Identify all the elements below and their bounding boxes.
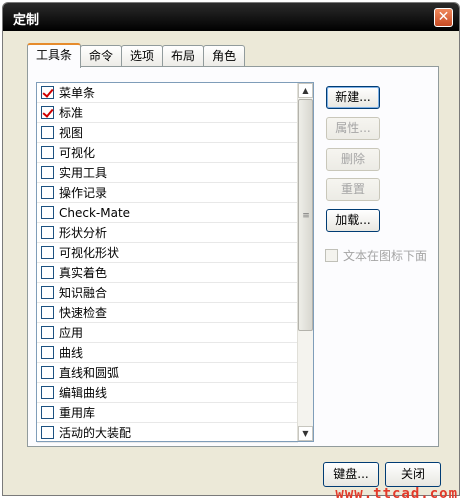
toolbar-listbox[interactable]: 菜单条标准视图可视化实用工具操作记录 Check-Mate 形状分析可视化形状真实着… xyxy=(36,82,314,443)
list-item-label: 知识融合 xyxy=(59,286,108,300)
list-item-label: 直线和圆弧 xyxy=(59,366,120,380)
list-item-label: Check-Mate xyxy=(59,205,131,220)
unchecked-checkbox[interactable] xyxy=(41,146,54,159)
unchecked-checkbox[interactable] xyxy=(41,426,54,439)
list-item-label: 实用工具 xyxy=(59,166,108,180)
delete-button[interactable]: 删除 xyxy=(326,148,380,171)
unchecked-checkbox[interactable] xyxy=(41,126,54,139)
list-item-label: 真实着色 xyxy=(59,266,108,280)
unchecked-checkbox[interactable] xyxy=(41,406,54,419)
list-item[interactable]: 曲线 xyxy=(37,343,298,363)
text-below-icon-checkbox[interactable]: 文本在图标下面 xyxy=(325,247,427,264)
list-item[interactable]: 可视化 xyxy=(37,143,298,163)
unchecked-checkbox[interactable] xyxy=(41,286,54,299)
watermark-text: www.ttcad.com xyxy=(335,486,458,502)
checked-checkbox[interactable] xyxy=(41,106,54,119)
customize-dialog: 定制 ✕ 工具条 命令 选项 布局 角色 菜单条标准视图可视化实用工具操作记录 C… xyxy=(2,2,460,496)
scroll-down-arrow-icon[interactable]: ▼ xyxy=(298,426,313,441)
toolbars-panel: 菜单条标准视图可视化实用工具操作记录 Check-Mate 形状分析可视化形状真实着… xyxy=(27,66,439,447)
list-item[interactable]: 菜单条 xyxy=(37,83,298,103)
keyboard-button[interactable]: 键盘... xyxy=(323,462,379,487)
list-item-label: 曲线 xyxy=(59,346,84,360)
list-item[interactable]: 编辑曲线 xyxy=(37,383,298,403)
new-button[interactable]: 新建... xyxy=(326,86,380,109)
grip-icon: ≡ xyxy=(302,211,310,221)
unchecked-checkbox[interactable] xyxy=(41,366,54,379)
tab-toolbars[interactable]: 工具条 xyxy=(27,43,82,68)
list-item[interactable]: 应用 xyxy=(37,323,298,343)
tab-layout[interactable]: 布局 xyxy=(162,45,205,67)
list-item-label: 快速检查 xyxy=(59,306,108,320)
tab-roles[interactable]: 角色 xyxy=(203,45,246,67)
tab-strip: 工具条 命令 选项 布局 角色 xyxy=(27,43,246,68)
list-item[interactable]: 操作记录 xyxy=(37,183,298,203)
reset-button[interactable]: 重置 xyxy=(326,178,380,201)
text-below-icon-label: 文本在图标下面 xyxy=(343,249,428,263)
properties-button[interactable]: 属性... xyxy=(326,117,380,140)
list-item[interactable]: 真实着色 xyxy=(37,263,298,283)
unchecked-checkbox[interactable] xyxy=(41,306,54,319)
unchecked-checkbox[interactable] xyxy=(41,186,54,199)
tab-options[interactable]: 选项 xyxy=(121,45,164,67)
list-item-label: 可视化 xyxy=(59,146,96,160)
checkbox-box[interactable] xyxy=(325,249,338,262)
toolbar-list: 菜单条标准视图可视化实用工具操作记录 Check-Mate 形状分析可视化形状真实着… xyxy=(37,83,298,443)
list-item-label: 重用库 xyxy=(59,406,96,420)
list-item[interactable]: 直线和圆弧 xyxy=(37,363,298,383)
list-item[interactable]: 标准 xyxy=(37,103,298,123)
unchecked-checkbox[interactable] xyxy=(41,166,54,179)
scroll-thumb[interactable]: ≡ xyxy=(298,99,313,331)
list-item[interactable]: 快速检查 xyxy=(37,303,298,323)
list-item-label: 应用 xyxy=(59,326,84,340)
load-button[interactable]: 加载... xyxy=(326,209,380,232)
unchecked-checkbox[interactable] xyxy=(41,386,54,399)
dialog-title: 定制 xyxy=(13,13,40,28)
unchecked-checkbox[interactable] xyxy=(41,346,54,359)
list-item[interactable]: 实用工具 xyxy=(37,163,298,183)
list-item[interactable]: 知识融合 xyxy=(37,283,298,303)
unchecked-checkbox[interactable] xyxy=(41,246,54,259)
list-item[interactable]: 重用库 xyxy=(37,403,298,423)
list-item-label: 标准 xyxy=(59,106,84,120)
unchecked-checkbox[interactable] xyxy=(41,226,54,239)
list-item-label: 菜单条 xyxy=(59,86,96,100)
list-item-label: 活动的大装配 xyxy=(59,426,132,440)
list-item[interactable]: 视图 xyxy=(37,123,298,143)
unchecked-checkbox[interactable] xyxy=(41,326,54,339)
title-bar[interactable]: 定制 ✕ xyxy=(3,3,459,31)
close-button[interactable]: 关闭 xyxy=(385,462,441,487)
list-item-label: 视图 xyxy=(59,126,84,140)
unchecked-checkbox[interactable] xyxy=(41,206,54,219)
list-item[interactable]: 形状分析 xyxy=(37,223,298,243)
checked-checkbox[interactable] xyxy=(41,86,54,99)
list-item[interactable]: 活动的大装配 xyxy=(37,423,298,443)
list-item[interactable]: 可视化形状 xyxy=(37,243,298,263)
list-item-label: 编辑曲线 xyxy=(59,386,108,400)
list-item-label: 操作记录 xyxy=(59,186,108,200)
vertical-scrollbar[interactable]: ▲ ≡ ▼ xyxy=(297,83,313,441)
list-item-label: 可视化形状 xyxy=(59,246,120,260)
close-icon[interactable]: ✕ xyxy=(434,8,453,27)
unchecked-checkbox[interactable] xyxy=(41,266,54,279)
list-item-label: 形状分析 xyxy=(59,226,108,240)
scroll-up-arrow-icon[interactable]: ▲ xyxy=(298,83,313,98)
tab-commands[interactable]: 命令 xyxy=(80,45,123,67)
list-item[interactable]: Check-Mate xyxy=(37,203,298,223)
